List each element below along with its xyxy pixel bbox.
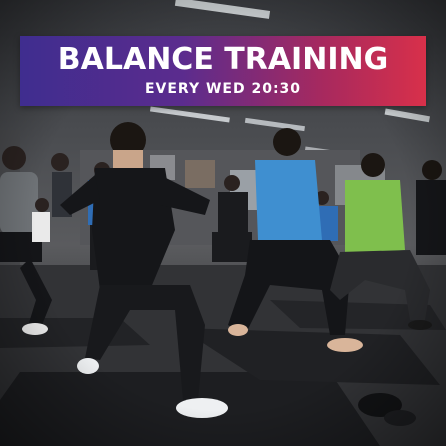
banner-title: BALANCE TRAINING	[57, 42, 389, 77]
banner-subtitle: EVERY WED 20:30	[144, 81, 302, 97]
title-banner: BALANCE TRAINING EVERY WED 20:30	[20, 36, 426, 106]
gym-photo: BALANCE TRAINING EVERY WED 20:30	[0, 0, 446, 446]
